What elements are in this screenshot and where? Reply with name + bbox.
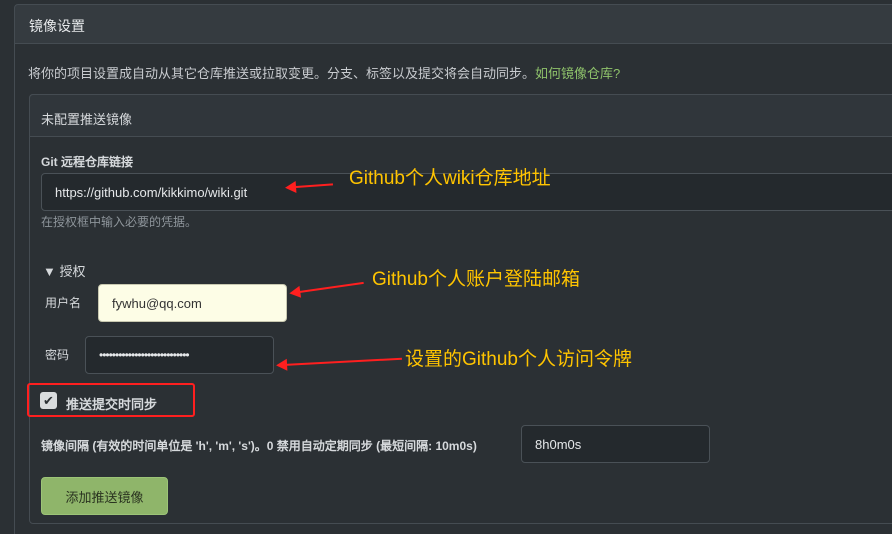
interval-label: 镜像间隔 (有效的时间单位是 'h', 'm', 's')。0 禁用自动定期同步… bbox=[41, 439, 477, 453]
mirror-settings-header: 镜像设置 bbox=[14, 4, 892, 44]
push-mirror-title: 未配置推送镜像 bbox=[41, 112, 133, 127]
add-push-mirror-button[interactable]: 添加推送镜像 bbox=[41, 477, 168, 515]
git-url-label: Git 远程仓库链接 bbox=[41, 155, 133, 169]
password-value: •••••••••••••••••••••••••••• bbox=[99, 348, 190, 362]
username-label: 用户名 bbox=[45, 296, 82, 310]
interval-value: 8h0m0s bbox=[535, 436, 582, 452]
description-text: 将你的项目设置成自动从其它仓库推送或拉取变更。分支、标签以及提交将会自动同步。 bbox=[28, 66, 536, 81]
page-title: 镜像设置 bbox=[29, 18, 85, 34]
check-icon: ✔ bbox=[43, 392, 54, 408]
help-link[interactable]: 如何镜像仓库? bbox=[535, 66, 620, 81]
username-value: fywhu@qq.com bbox=[112, 295, 202, 311]
sync-label: 推送提交时同步 bbox=[66, 397, 158, 412]
username-input[interactable]: fywhu@qq.com bbox=[98, 284, 287, 322]
annotation-email: Github个人账户登陆邮箱 bbox=[372, 269, 580, 290]
password-label: 密码 bbox=[45, 348, 70, 362]
interval-input[interactable]: 8h0m0s bbox=[521, 425, 710, 463]
credentials-hint: 在授权框中输入必要的凭据。 bbox=[41, 215, 198, 229]
annotation-token: 设置的Github个人访问令牌 bbox=[405, 349, 632, 370]
password-input[interactable]: •••••••••••••••••••••••••••• bbox=[85, 336, 274, 374]
push-mirror-header: 未配置推送镜像 bbox=[29, 94, 892, 137]
git-url-value: https://github.com/kikkimo/wiki.git bbox=[55, 184, 248, 200]
auth-toggle[interactable]: ▼ 授权 bbox=[43, 261, 85, 280]
sync-checkbox[interactable]: ✔ bbox=[40, 392, 57, 409]
description: 将你的项目设置成自动从其它仓库推送或拉取变更。分支、标签以及提交将会自动同步。如… bbox=[28, 63, 620, 82]
annotation-url: Github个人wiki仓库地址 bbox=[349, 168, 551, 189]
